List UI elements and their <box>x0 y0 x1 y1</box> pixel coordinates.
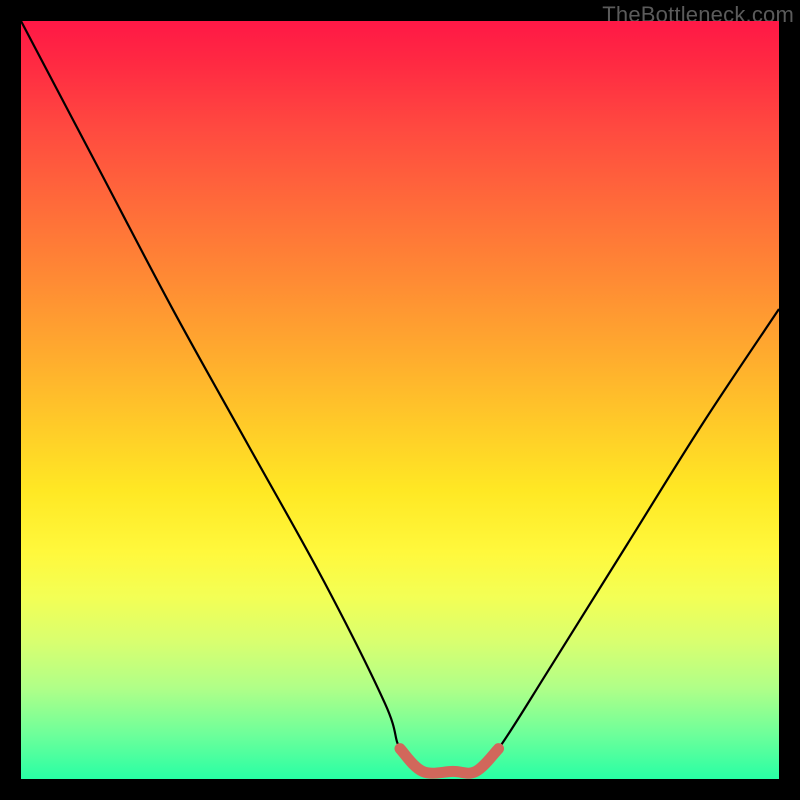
chart-frame: TheBottleneck.com <box>0 0 800 800</box>
curve-layer <box>21 21 779 779</box>
highlight-band-path <box>400 749 499 774</box>
bottleneck-curve-path <box>21 21 779 773</box>
plot-area <box>21 21 779 779</box>
